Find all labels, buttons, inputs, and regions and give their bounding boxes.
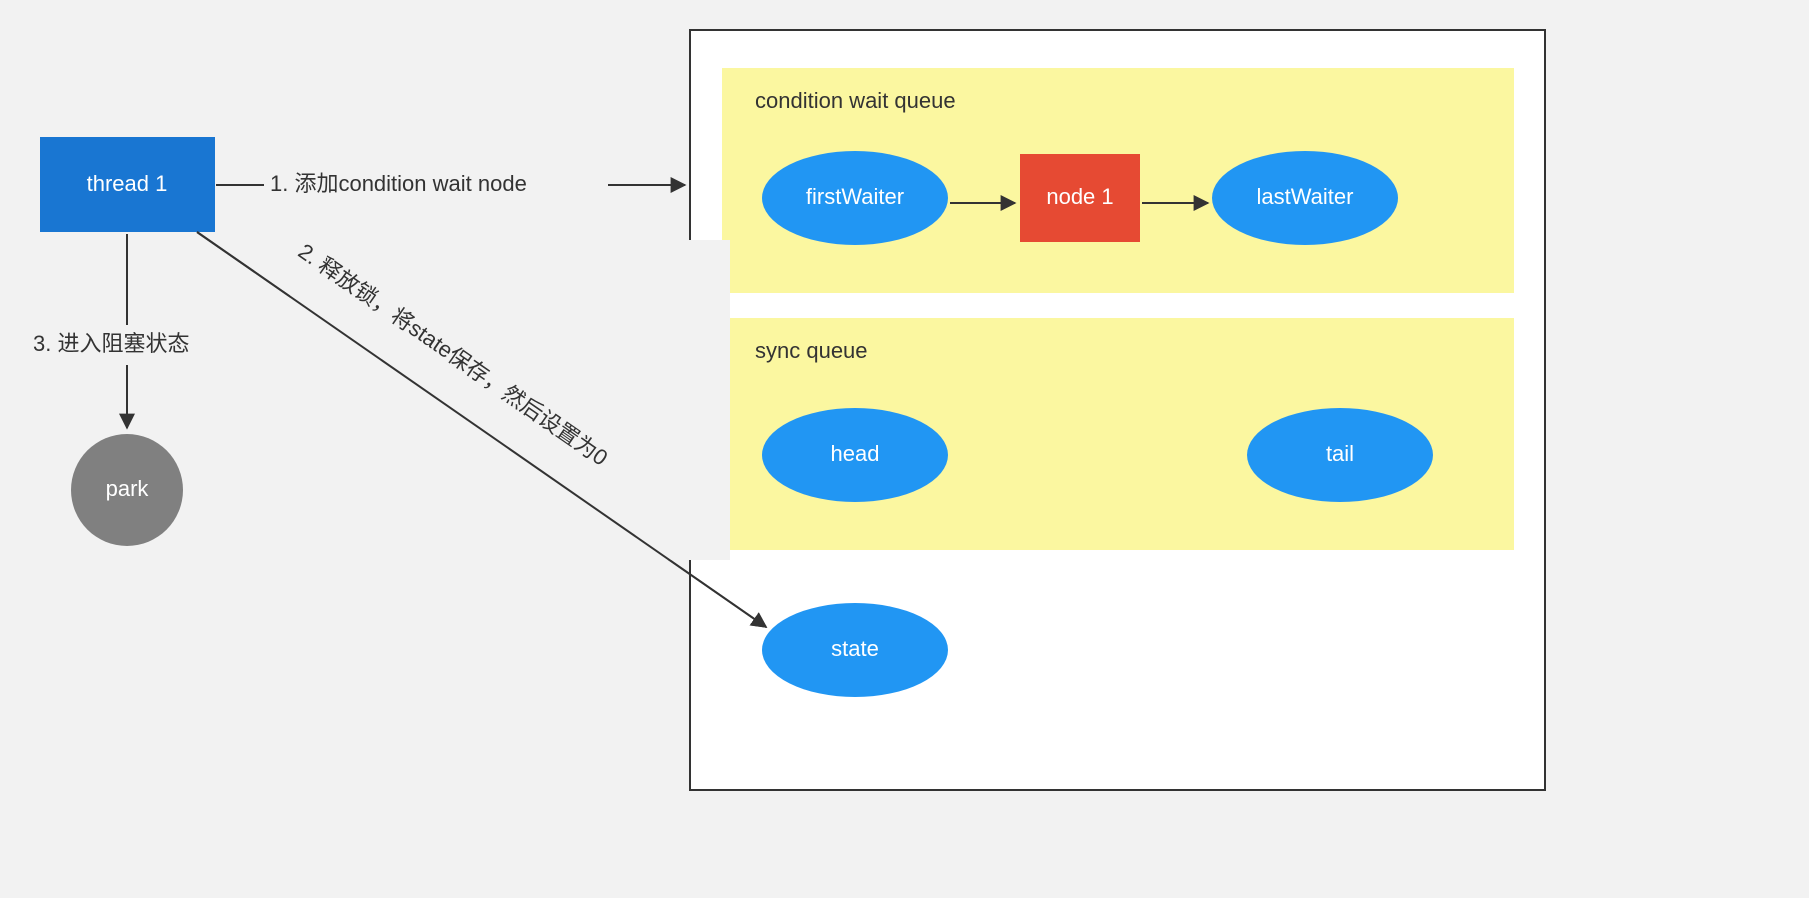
step1-label: 1. 添加condition wait node <box>270 171 527 196</box>
thread-1-label: thread 1 <box>87 171 168 196</box>
sync-queue-title: sync queue <box>755 338 868 363</box>
step3-label: 3. 进入阻塞状态 <box>33 331 189 356</box>
tail-label: tail <box>1326 441 1354 466</box>
condition-wait-queue-title: condition wait queue <box>755 88 956 113</box>
diagram-canvas: condition wait queue firstWaiter node 1 … <box>0 0 1809 898</box>
head-label: head <box>831 441 880 466</box>
park-label: park <box>106 476 150 501</box>
state-label: state <box>831 636 879 661</box>
node-1-label: node 1 <box>1046 184 1113 209</box>
last-waiter-label: lastWaiter <box>1257 184 1354 209</box>
first-waiter-label: firstWaiter <box>806 184 904 209</box>
